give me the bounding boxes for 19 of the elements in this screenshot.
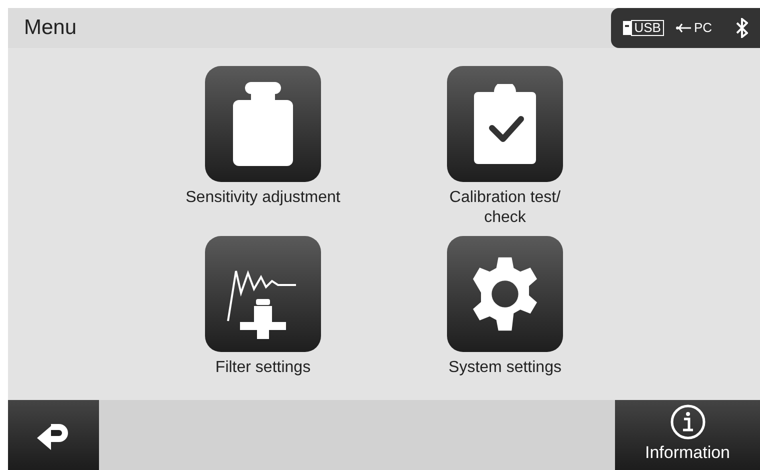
menu-tile-button[interactable] <box>447 236 563 352</box>
clipboard-check-icon <box>474 84 536 164</box>
tile-label: Sensitivity adjustment <box>184 188 342 208</box>
storage-icon <box>623 21 632 35</box>
usb-indicator: USB <box>631 20 664 36</box>
back-button[interactable] <box>8 400 99 470</box>
info-icon <box>670 404 706 440</box>
menu-tile-button[interactable] <box>205 236 321 352</box>
pc-indicator: PC <box>694 19 712 38</box>
menu-tile-button[interactable] <box>447 66 563 182</box>
information-button[interactable]: Information <box>615 400 760 470</box>
tile-label: Calibration test/ check <box>448 188 562 228</box>
menu-tile-button[interactable] <box>205 66 321 182</box>
bluetooth-icon <box>736 18 748 38</box>
usb-plug-icon <box>676 23 692 33</box>
tile-label: Filter settings <box>214 358 312 378</box>
menu-title: Menu <box>24 15 77 42</box>
tile-label: System settings <box>448 358 562 378</box>
weight-icon <box>231 82 295 166</box>
